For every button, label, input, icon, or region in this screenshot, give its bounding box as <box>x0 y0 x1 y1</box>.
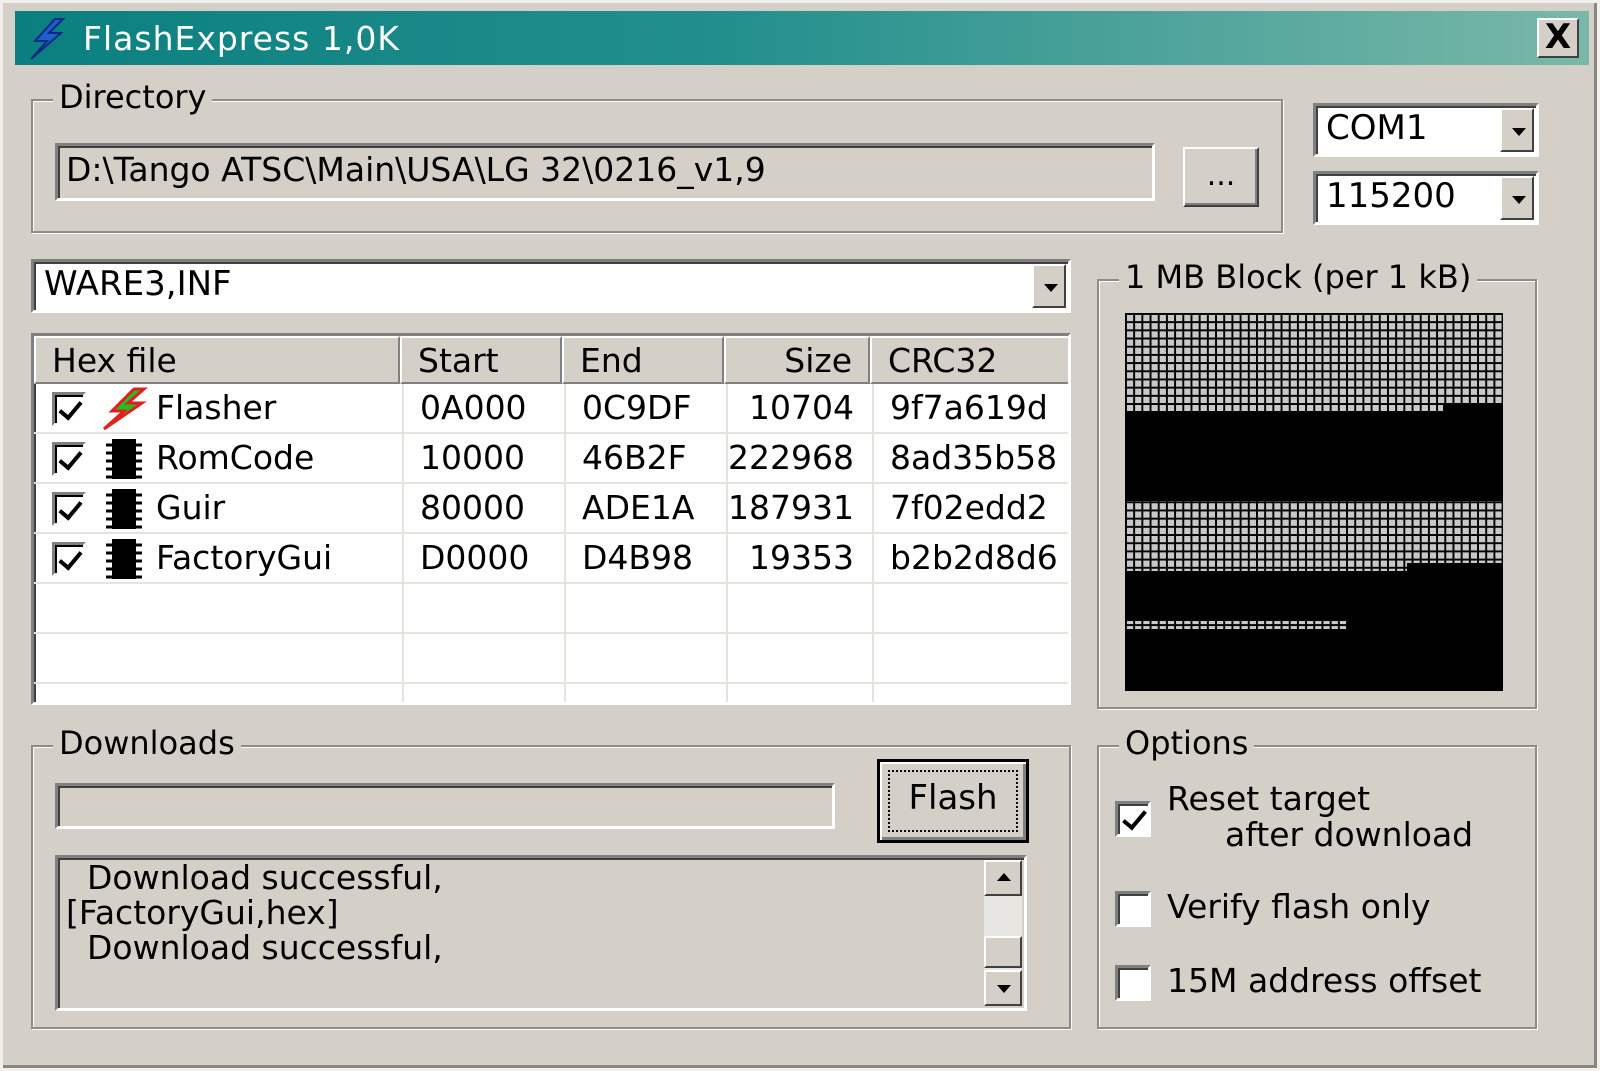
download-log[interactable]: Download successful, [FactoryGui,hex] Do… <box>55 855 1027 1011</box>
flashexpress-window: FlashExpress 1,0K X Directory D:\Tango A… <box>0 0 1600 1071</box>
column-header-hex-file[interactable]: Hex file <box>34 336 400 384</box>
table-header: Hex file Start End Size CRC32 <box>34 336 1068 384</box>
file-size: 222968 <box>728 438 854 477</box>
window-title: FlashExpress 1,0K <box>83 19 400 58</box>
table-row[interactable]: Flasher 0A000 0C9DF 10704 9f7a619d <box>34 384 1068 434</box>
address-offset-label[interactable]: 15M address offset <box>1167 963 1481 998</box>
lightning-icon <box>102 387 148 431</box>
scroll-up-arrow-icon[interactable] <box>984 860 1022 896</box>
config-dropdown-arrow-icon[interactable] <box>1032 264 1066 308</box>
table-row[interactable]: RomCode 10000 46B2F 222968 8ad35b58 <box>34 434 1068 484</box>
file-size: 10704 <box>749 388 854 427</box>
hex-file-name: RomCode <box>156 438 315 477</box>
start-address: 0A000 <box>420 388 527 427</box>
scroll-thumb[interactable] <box>984 936 1022 968</box>
row-checkbox[interactable] <box>52 492 86 526</box>
log-line: Download successful, <box>66 928 443 967</box>
baud-dropdown-arrow-icon[interactable] <box>1500 176 1534 220</box>
crc32-value: 9f7a619d <box>890 388 1048 427</box>
browse-button[interactable]: ... <box>1183 147 1259 207</box>
end-address: D4B98 <box>582 538 694 577</box>
block-grid-lines <box>1125 313 1503 691</box>
end-address: 0C9DF <box>582 388 692 427</box>
start-address: 10000 <box>420 438 525 477</box>
block-map-label: 1 MB Block (per 1 kB) <box>1119 259 1478 295</box>
file-size: 19353 <box>749 538 854 577</box>
reset-target-label[interactable]: Reset target <box>1167 781 1370 816</box>
row-checkbox[interactable] <box>52 542 86 576</box>
scroll-down-arrow-icon[interactable] <box>984 970 1022 1006</box>
reset-target-label-line2[interactable]: after download <box>1225 817 1473 852</box>
column-header-end[interactable]: End <box>562 336 724 384</box>
column-header-crc32[interactable]: CRC32 <box>870 336 1068 384</box>
crc32-value: 7f02edd2 <box>890 488 1048 527</box>
end-address: ADE1A <box>582 488 695 527</box>
table-row[interactable]: FactoryGui D0000 D4B98 19353 b2b2d8d6 <box>34 534 1068 584</box>
flash-button-label: Flash <box>908 778 998 818</box>
downloads-label: Downloads <box>53 725 241 761</box>
hex-file-name: FactoryGui <box>156 538 333 577</box>
close-button[interactable]: X <box>1537 18 1579 58</box>
chip-icon <box>106 439 142 479</box>
log-scrollbar[interactable] <box>984 860 1022 1006</box>
com-port-select[interactable]: COM1 <box>1313 103 1539 157</box>
end-address: 46B2F <box>582 438 687 477</box>
hex-file-name: Guir <box>156 488 226 527</box>
com-dropdown-arrow-icon[interactable] <box>1500 108 1534 152</box>
crc32-value: 8ad35b58 <box>890 438 1058 477</box>
options-label: Options <box>1119 725 1255 761</box>
baud-rate-select[interactable]: 115200 <box>1313 171 1539 225</box>
start-address: D0000 <box>420 538 530 577</box>
title-bar[interactable]: FlashExpress 1,0K X <box>15 11 1589 65</box>
log-line: [FactoryGui,hex] <box>66 893 339 932</box>
com-port-value: COM1 <box>1326 108 1428 148</box>
baud-rate-value: 115200 <box>1326 176 1456 216</box>
table-row-empty <box>34 584 1068 634</box>
chip-icon <box>106 539 142 579</box>
address-offset-checkbox[interactable] <box>1115 965 1151 1001</box>
app-lightning-icon <box>30 18 66 60</box>
row-checkbox[interactable] <box>52 442 86 476</box>
verify-flash-label[interactable]: Verify flash only <box>1167 889 1431 924</box>
config-file-value: WARE3,INF <box>44 264 232 304</box>
download-progress-bar <box>55 783 835 829</box>
column-header-start[interactable]: Start <box>400 336 562 384</box>
table-row[interactable]: Guir 80000 ADE1A 187931 7f02edd2 <box>34 484 1068 534</box>
crc32-value: b2b2d8d6 <box>890 538 1058 577</box>
flash-button[interactable]: Flash <box>877 759 1029 843</box>
table-row-empty <box>34 634 1068 684</box>
block-map-grid <box>1125 313 1503 691</box>
config-file-select[interactable]: WARE3,INF <box>31 259 1071 313</box>
directory-path-field[interactable]: D:\Tango ATSC\Main\USA\LG 32\0216_v1,9 <box>55 143 1155 201</box>
verify-flash-checkbox[interactable] <box>1115 891 1151 927</box>
directory-label: Directory <box>53 79 213 115</box>
reset-target-checkbox[interactable] <box>1115 801 1151 837</box>
column-header-size[interactable]: Size <box>724 336 870 384</box>
row-checkbox[interactable] <box>52 392 86 426</box>
start-address: 80000 <box>420 488 525 527</box>
log-line: Download successful, <box>66 858 443 897</box>
chip-icon <box>106 489 142 529</box>
hex-file-table[interactable]: Hex file Start End Size CRC32 Flasher 0A… <box>31 333 1071 705</box>
hex-file-name: Flasher <box>156 388 277 427</box>
file-size: 187931 <box>728 488 854 527</box>
